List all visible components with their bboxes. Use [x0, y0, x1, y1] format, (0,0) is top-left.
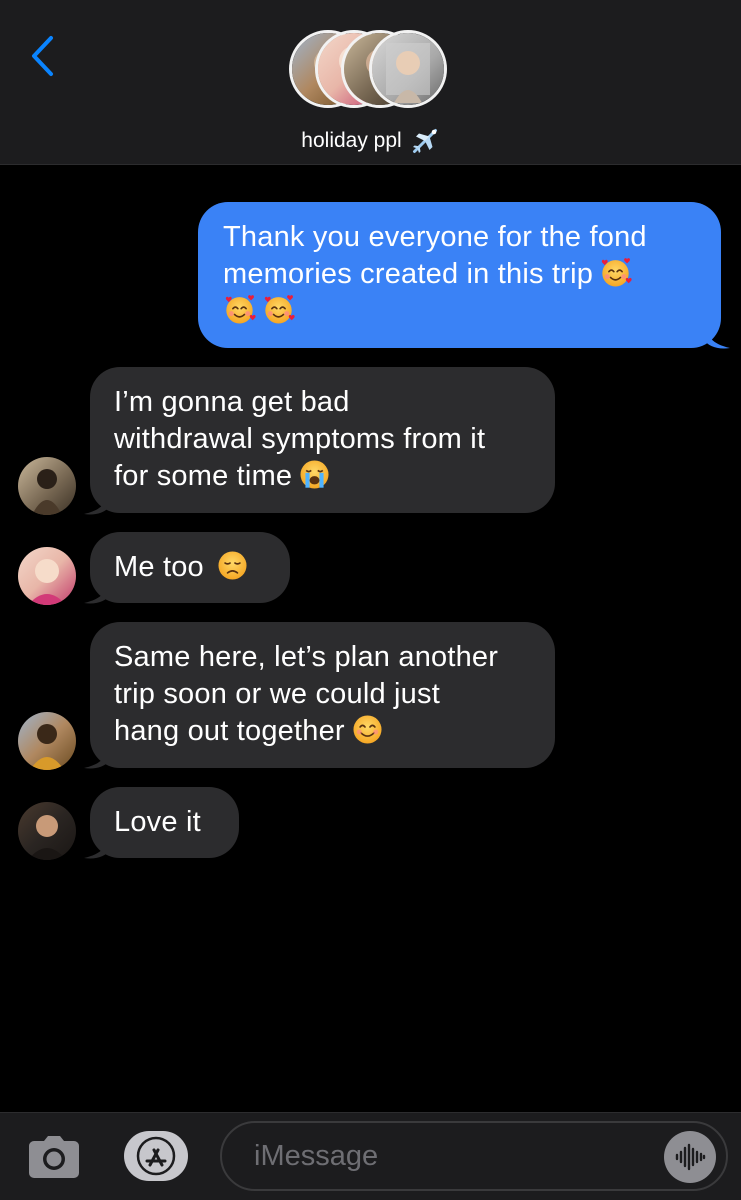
message-line: trip soon or we could just — [114, 678, 440, 710]
message-input[interactable] — [220, 1121, 728, 1191]
camera-icon — [29, 1136, 79, 1178]
message-line: memories created in this trip — [223, 256, 693, 293]
message-line: Love it — [114, 806, 201, 838]
smiling-face-with-hearts-icon — [262, 293, 295, 326]
composer-bar — [0, 1112, 741, 1200]
incoming-message-bubble[interactable]: Me too — [90, 532, 290, 603]
group-name-label: holiday ppl — [301, 129, 402, 152]
back-button[interactable] — [22, 32, 62, 80]
smiling-face-with-hearts-icon — [223, 293, 256, 326]
sender-avatar[interactable] — [18, 547, 76, 605]
incoming-message-bubble[interactable]: Love it — [90, 787, 239, 858]
group-avatar-stack[interactable] — [289, 30, 454, 114]
message-line-text: memories created in this trip — [223, 258, 594, 290]
disappointed-face-icon — [216, 549, 249, 582]
group-name[interactable]: holiday ppl — [0, 126, 741, 156]
avatar — [369, 30, 447, 108]
incoming-message-bubble[interactable]: I’m gonna get bad withdrawal symptoms fr… — [90, 367, 555, 513]
sender-avatar[interactable] — [18, 457, 76, 515]
loudly-crying-face-icon — [298, 458, 331, 491]
message-line: withdrawal symptoms from it — [114, 423, 486, 455]
camera-button[interactable] — [28, 1135, 80, 1179]
airplane-icon — [412, 129, 437, 153]
bubble-tail — [704, 322, 730, 349]
message-line: for some time — [114, 458, 535, 495]
sender-avatar[interactable] — [18, 712, 76, 770]
message-line: Thank you everyone for the fond — [223, 221, 647, 253]
audio-message-button[interactable] — [664, 1131, 716, 1183]
audio-waveform-icon — [675, 1143, 706, 1171]
message-line-text: Me too — [114, 551, 204, 583]
chevron-left-icon — [32, 36, 53, 76]
message-line-text: for some time — [114, 460, 293, 492]
outgoing-message-bubble[interactable]: Thank you everyone for the fond memories… — [198, 202, 721, 348]
app-store-icon — [136, 1136, 176, 1176]
message-line: hang out together — [114, 713, 535, 750]
app-store-button[interactable] — [124, 1131, 188, 1181]
sender-avatar[interactable] — [18, 802, 76, 860]
incoming-message-bubble[interactable]: Same here, let’s plan another trip soon … — [90, 622, 555, 768]
message-line — [223, 293, 693, 330]
smiling-face-with-hearts-icon — [599, 256, 632, 289]
smiling-face-with-smiling-eyes-icon — [351, 713, 384, 746]
message-line: I’m gonna get bad — [114, 386, 350, 418]
message-line: Me too — [114, 549, 272, 586]
message-line: Same here, let’s plan another — [114, 641, 499, 673]
message-line-text: hang out together — [114, 715, 345, 747]
conversation-header: holiday ppl — [0, 0, 741, 165]
